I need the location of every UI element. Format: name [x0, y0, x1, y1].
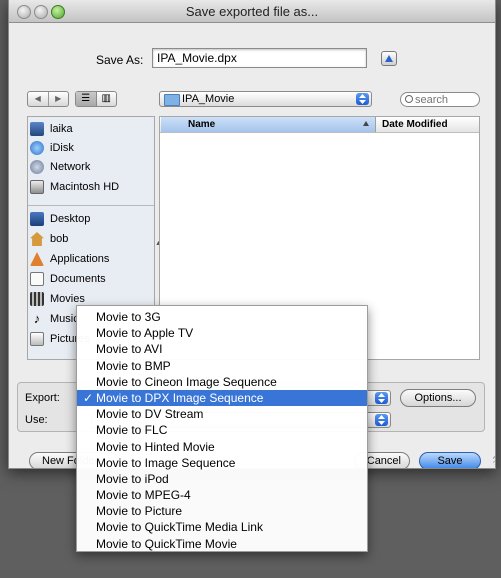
idisk-icon: [30, 141, 44, 155]
menu-item-label: Movie to DPX Image Sequence: [96, 390, 264, 405]
sidebar-item-bob[interactable]: bob: [30, 231, 68, 247]
window-title: Save exported file as...: [185, 4, 319, 19]
menu-item-quicktime-movie[interactable]: Movie to QuickTime Movie: [77, 536, 367, 552]
home-icon: [30, 232, 44, 246]
menu-item-mpeg4[interactable]: Movie to MPEG-4: [77, 487, 367, 503]
title-bar: Save exported file as...: [9, 0, 495, 23]
menu-item-bmp[interactable]: Movie to BMP: [77, 358, 367, 374]
menu-item-dpx-selected[interactable]: ✓ Movie to DPX Image Sequence: [77, 389, 367, 407]
collapse-disclosure-button[interactable]: [381, 51, 397, 66]
menu-item-flc[interactable]: Movie to FLC: [77, 422, 367, 438]
menu-item-hinted-movie[interactable]: Movie to Hinted Movie: [77, 439, 367, 455]
sidebar-item-label: iDisk: [50, 142, 74, 154]
desktop-icon: [30, 212, 44, 226]
save-as-label: Save As:: [96, 53, 144, 67]
menu-item-ipod[interactable]: Movie to iPod: [77, 471, 367, 487]
sidebar-item-idisk[interactable]: iDisk: [30, 140, 74, 156]
sidebar-item-network[interactable]: Network: [30, 159, 90, 175]
sidebar-item-label: Movies: [50, 293, 85, 305]
folder-name: IPA_Movie: [182, 93, 235, 105]
options-button[interactable]: Options...: [400, 389, 476, 407]
sidebar-item-label: Documents: [50, 273, 106, 285]
list-view-icon[interactable]: ☰: [76, 92, 97, 106]
sidebar-item-label: Applications: [50, 253, 110, 265]
popup-arrows-icon: [356, 93, 369, 105]
sidebar-item-label: bob: [50, 233, 69, 245]
network-icon: [30, 160, 44, 174]
name-column-label: Name: [188, 119, 216, 130]
menu-item-dv-stream[interactable]: Movie to DV Stream: [77, 406, 367, 422]
sidebar-item-label: laika: [50, 123, 73, 135]
popup-arrows-icon: [375, 392, 388, 404]
applications-icon: [30, 252, 44, 266]
sort-ascending-icon: [363, 121, 369, 126]
menu-item-3g[interactable]: Movie to 3G: [77, 309, 367, 325]
checkmark-icon: ✓: [83, 390, 94, 405]
file-list-header: Name Date Modified: [160, 117, 479, 133]
folder-location-popup[interactable]: IPA_Movie: [159, 91, 372, 107]
name-column-header[interactable]: Name: [161, 117, 376, 132]
sidebar-item-music[interactable]: ♪ Music: [30, 311, 79, 327]
hard-drive-icon: [30, 180, 44, 194]
sidebar-item-label: Desktop: [50, 213, 91, 225]
folder-icon: [164, 94, 180, 106]
computer-icon: [30, 122, 44, 136]
menu-item-picture[interactable]: Movie to Picture: [77, 503, 367, 519]
sidebar-item-desktop[interactable]: Desktop: [30, 211, 90, 227]
menu-item-avi[interactable]: Movie to AVI: [77, 341, 367, 357]
sidebar-item-macintosh-hd[interactable]: Macintosh HD: [30, 179, 119, 195]
back-icon[interactable]: ◀: [28, 92, 49, 106]
documents-icon: [30, 272, 44, 286]
sidebar-item-label: Macintosh HD: [50, 181, 120, 193]
sidebar-item-laika[interactable]: laika: [30, 121, 73, 137]
menu-item-image-sequence[interactable]: Movie to Image Sequence: [77, 455, 367, 471]
forward-icon[interactable]: ▶: [49, 92, 69, 106]
pictures-icon: [30, 332, 44, 346]
sidebar-divider: [28, 205, 154, 206]
export-label: Export:: [25, 392, 60, 404]
use-label: Use:: [25, 414, 48, 426]
sidebar-item-label: Music: [50, 313, 79, 325]
save-button[interactable]: Save: [419, 452, 481, 468]
save-as-field[interactable]: [152, 48, 367, 68]
sidebar-item-applications[interactable]: Applications: [30, 251, 109, 267]
back-forward-buttons[interactable]: ◀ ▶: [27, 91, 69, 107]
resize-grip[interactable]: [493, 455, 495, 465]
menu-item-cineon[interactable]: Movie to Cineon Image Sequence: [77, 374, 367, 390]
menu-item-quicktime-media-link[interactable]: Movie to QuickTime Media Link: [77, 519, 367, 535]
search-icon: [405, 95, 413, 103]
column-view-icon[interactable]: ▥: [97, 92, 117, 106]
music-icon: ♪: [33, 311, 41, 326]
view-mode-buttons[interactable]: ☰ ▥: [75, 91, 117, 107]
export-format-menu: Movie to 3G Movie to Apple TV Movie to A…: [76, 305, 368, 552]
popup-arrows-icon: [375, 414, 388, 426]
sidebar-item-documents[interactable]: Documents: [30, 271, 106, 287]
date-modified-column-header[interactable]: Date Modified: [382, 117, 448, 132]
sidebar-item-label: Network: [50, 161, 91, 173]
menu-item-apple-tv[interactable]: Movie to Apple TV: [77, 325, 367, 341]
movies-icon: [30, 292, 44, 306]
